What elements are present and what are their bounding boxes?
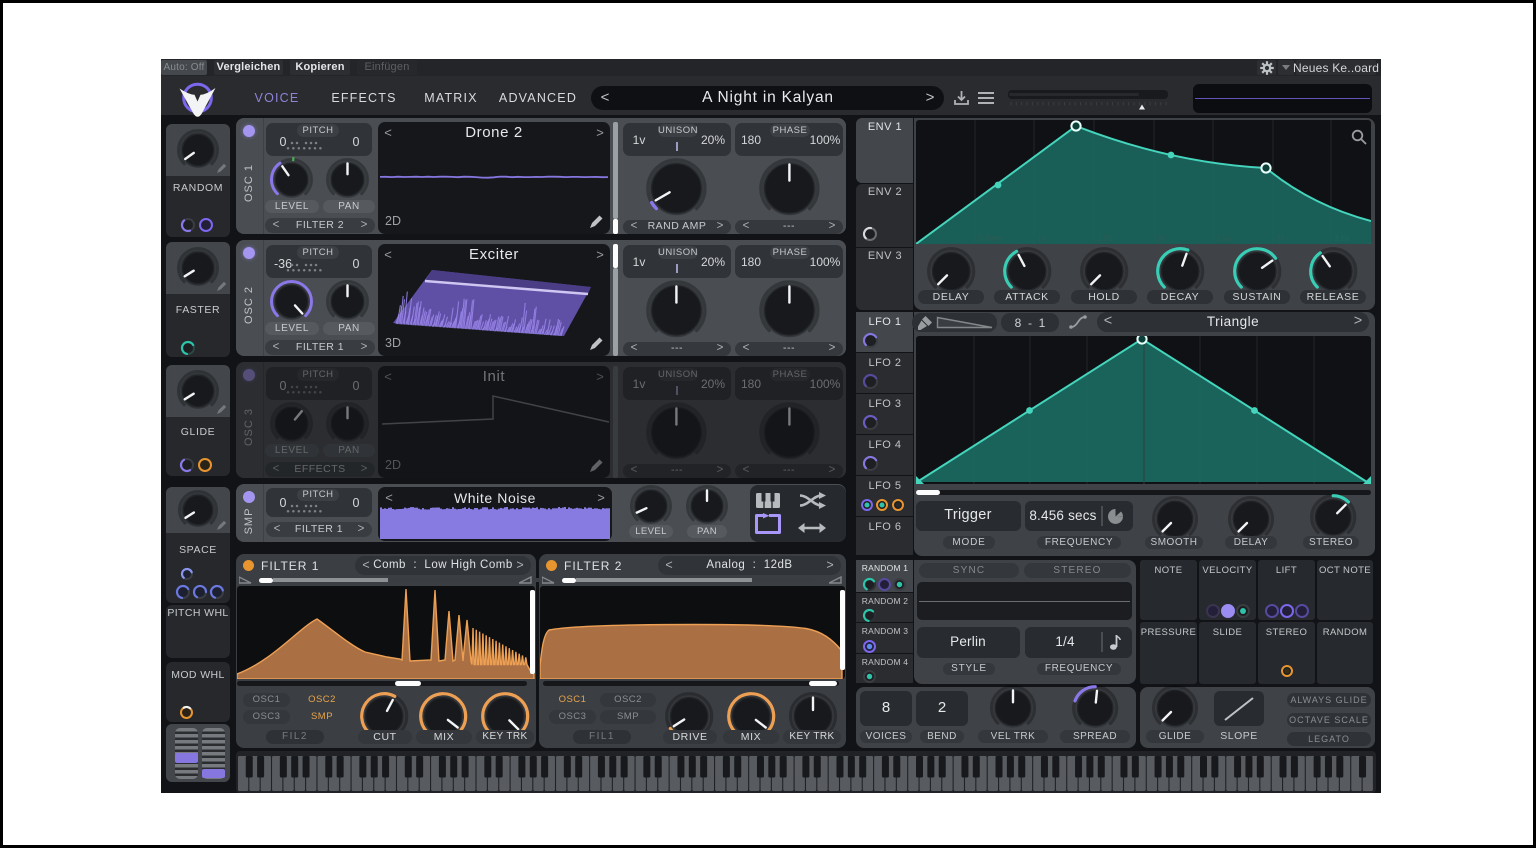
svg-text:1s: 1s	[1037, 234, 1045, 243]
svg-text:500ms: 500ms	[978, 234, 1002, 243]
svg-text:3s: 3s	[1276, 234, 1284, 243]
svg-text:1.5s: 1.5s	[1097, 234, 1112, 243]
svg-text:2.5s: 2.5s	[1216, 234, 1231, 243]
svg-text:2s: 2s	[1157, 234, 1165, 243]
